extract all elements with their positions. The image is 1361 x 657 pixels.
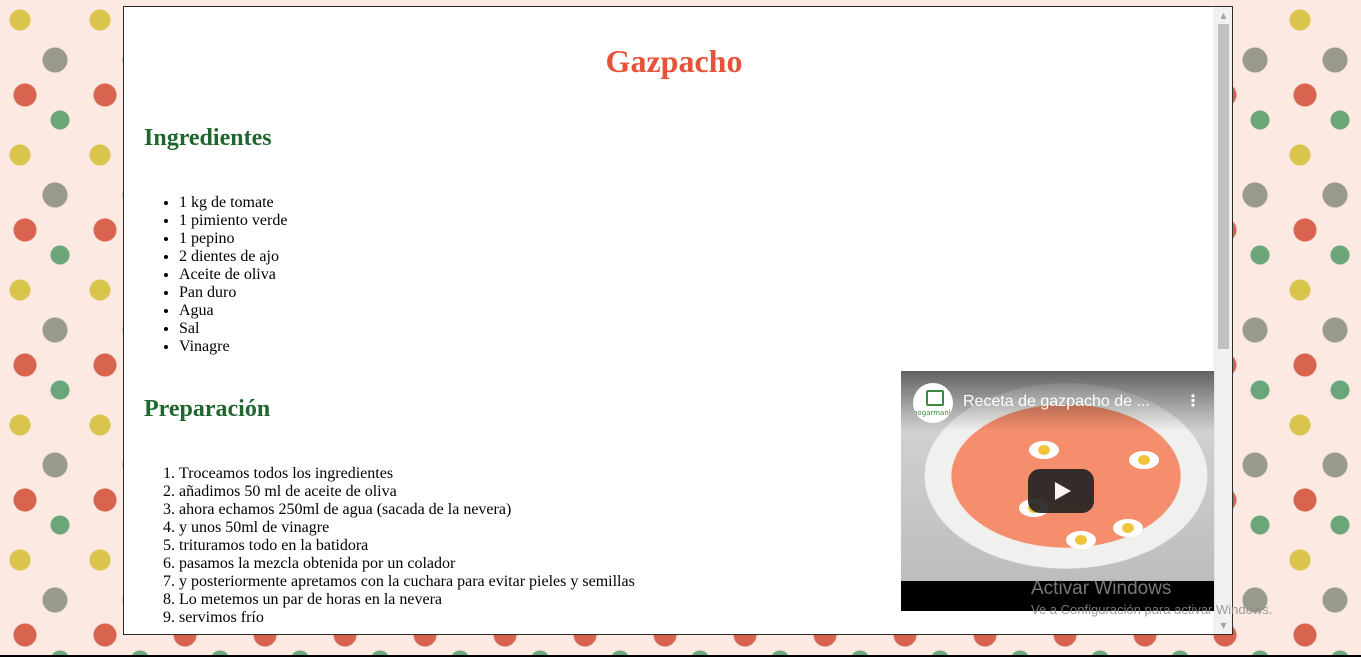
scroll-down-icon[interactable]: ▼ [1215,617,1232,634]
egg-slice [1029,441,1059,459]
preparation-steps: Troceamos todos los ingredientes añadimo… [144,465,635,627]
preparation-step: trituramos todo en la batidora [179,537,635,555]
preparation-step: Lo metemos un par de horas en la nevera [179,591,635,609]
scroll-up-icon[interactable]: ▲ [1215,7,1232,24]
ingredient-item: 1 kg de tomate [179,194,287,212]
preparation-step: y unos 50ml de vinagre [179,519,635,537]
ingredients-list: 1 kg de tomate 1 pimiento verde 1 pepino… [144,194,287,356]
ingredient-item: Aceite de oliva [179,266,287,284]
ingredient-item: Pan duro [179,284,287,302]
preparation-step: ahora echamos 250ml de agua (sacada de l… [179,501,635,519]
ingredient-item: 2 dientes de ajo [179,248,287,266]
vertical-scrollbar[interactable]: ▲ ▼ [1214,7,1232,634]
recipe-page[interactable]: Gazpacho Ingredientes 1 kg de tomate 1 p… [123,6,1233,635]
page-title: Gazpacho [605,43,743,79]
more-vertical-icon[interactable]: ⋮ [1185,391,1201,410]
preparation-step: pasamos la mezcla obtenida por un colado… [179,555,635,573]
video-title[interactable]: Receta de gazpacho de ... [963,393,1178,411]
ingredient-item: Vinagre [179,338,287,356]
preparation-step: Troceamos todos los ingredientes [179,465,635,483]
ingredient-item: Sal [179,320,287,338]
egg-slice [1113,519,1143,537]
scrollbar-thumb[interactable] [1218,24,1229,349]
ingredient-item: 1 pimiento verde [179,212,287,230]
preparation-step: y posteriormente apretamos con la cuchar… [179,573,635,591]
preparation-step: añadimos 50 ml de aceite de oliva [179,483,635,501]
ingredient-item: Agua [179,302,287,320]
background-pattern-right [1232,0,1361,657]
youtube-video-embed[interactable]: hogarmania Receta de gazpacho de ... ⋮ [901,371,1221,611]
preparation-step: servimos frío [179,609,635,627]
background-pattern-left [0,0,123,657]
activate-windows-watermark: Activar Windows Ve a Configuración para … [1031,578,1272,617]
house-icon [926,390,944,406]
watermark-subtitle: Ve a Configuración para activar Windows. [1031,602,1273,617]
preparation-heading: Preparación [144,396,271,422]
channel-name: hogarmania [913,409,953,417]
egg-slice [1066,531,1096,549]
egg-slice [1129,451,1159,469]
play-icon[interactable] [1028,469,1094,513]
watermark-title: Activar Windows [1031,578,1172,599]
channel-logo[interactable]: hogarmania [913,383,953,423]
ingredient-item: 1 pepino [179,230,287,248]
ingredients-heading: Ingredientes [144,125,272,151]
